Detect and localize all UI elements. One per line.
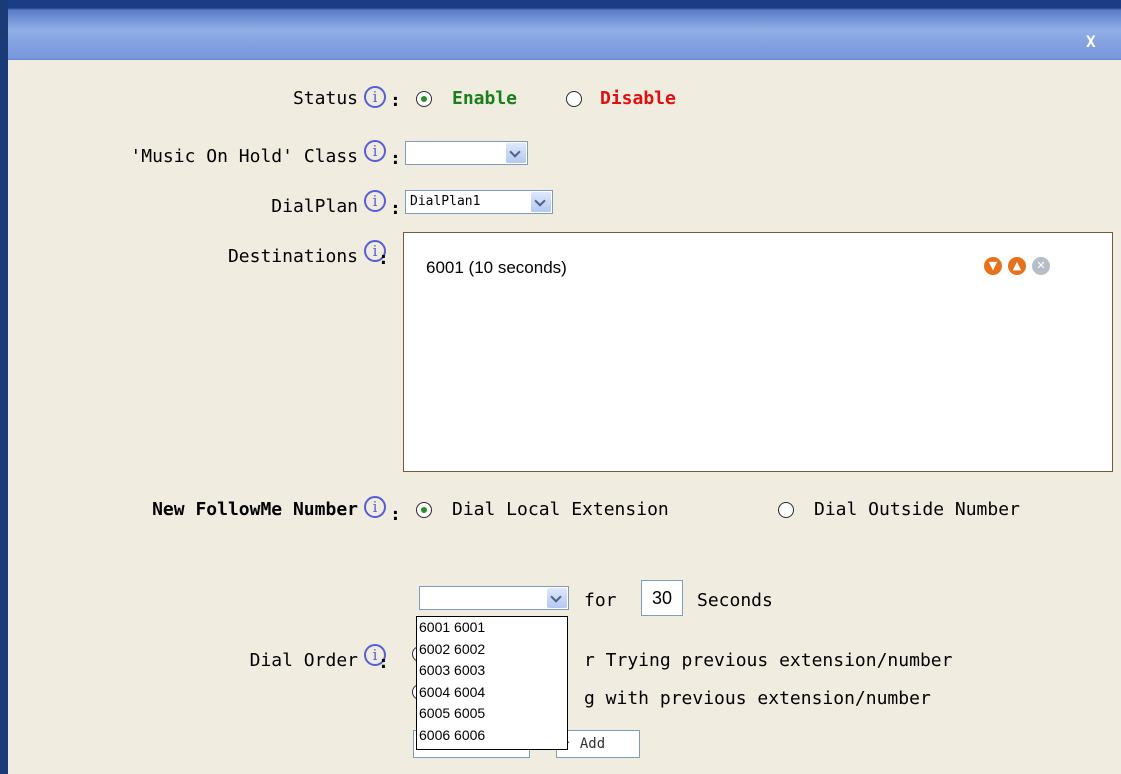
dialplan-select[interactable]: DialPlan1: [405, 190, 553, 214]
extension-option[interactable]: 6003 6003: [417, 660, 567, 682]
dialog-left-border: [0, 0, 8, 774]
chevron-down-icon[interactable]: [547, 588, 567, 608]
dial-local-label[interactable]: Dial Local Extension: [452, 499, 669, 520]
seconds-input[interactable]: 30: [641, 580, 683, 616]
move-up-icon[interactable]: ▲: [1008, 257, 1026, 275]
dial-order-along-label[interactable]: g with previous extension/number: [584, 688, 931, 709]
extension-option[interactable]: 6006 6006: [417, 725, 567, 747]
moh-info-icon[interactable]: i: [364, 140, 386, 162]
moh-colon: :: [390, 148, 401, 169]
dialplan-label: DialPlan: [271, 196, 358, 217]
dialog-titlebar: X: [0, 0, 1121, 60]
dial-outside-label[interactable]: Dial Outside Number: [814, 499, 1020, 520]
for-label: for: [584, 590, 617, 611]
status-label: Status: [292, 88, 358, 109]
close-button[interactable]: X: [1086, 32, 1096, 51]
dialplan-select-value: DialPlan1: [410, 194, 481, 209]
status-colon: :: [390, 90, 401, 111]
destinations-colon: :: [378, 248, 389, 269]
chevron-down-icon[interactable]: [506, 143, 526, 163]
status-disable-label[interactable]: Disable: [600, 88, 676, 109]
seconds-label: Seconds: [697, 590, 773, 611]
delete-icon[interactable]: ✕: [1032, 257, 1050, 275]
dial-order-label: Dial Order: [249, 650, 358, 671]
status-enable-label[interactable]: Enable: [452, 88, 517, 109]
extension-select[interactable]: [419, 586, 569, 610]
add-button[interactable]: ↑ Add: [556, 730, 640, 758]
dialplan-info-icon[interactable]: i: [364, 190, 386, 212]
dialplan-colon: :: [390, 198, 401, 219]
extension-option[interactable]: 6002 6002: [417, 639, 567, 661]
dial-local-radio[interactable]: [416, 502, 432, 518]
add-button-label: Add: [579, 736, 606, 752]
destination-item: 6001 (10 seconds): [426, 258, 567, 277]
destinations-list: 6001 (10 seconds) ▼ ▲ ✕: [403, 232, 1113, 472]
dial-order-after-label[interactable]: r Trying previous extension/number: [584, 650, 952, 671]
extension-option[interactable]: 6005 6005: [417, 703, 567, 725]
new-followme-info-icon[interactable]: i: [364, 496, 386, 518]
status-info-icon[interactable]: i: [364, 86, 386, 108]
followme-dialog: X Status i : Enable Disable 'Music On Ho…: [0, 0, 1121, 774]
extension-dropdown-list[interactable]: 6001 6001 6002 6002 6003 6003 6004 6004 …: [416, 616, 568, 750]
status-disable-radio[interactable]: [566, 91, 582, 107]
moh-select[interactable]: [405, 141, 528, 165]
move-down-icon[interactable]: ▼: [984, 257, 1002, 275]
dial-order-colon: :: [378, 652, 389, 673]
moh-label: 'Music On Hold' Class: [130, 146, 358, 167]
status-enable-radio[interactable]: [416, 91, 432, 107]
new-followme-label: New FollowMe Number: [152, 499, 358, 520]
new-followme-colon: :: [390, 504, 401, 525]
dial-outside-radio[interactable]: [778, 502, 794, 518]
chevron-down-icon[interactable]: [531, 192, 551, 212]
extension-option[interactable]: 6001 6001: [417, 617, 567, 639]
destinations-label: Destinations: [227, 246, 358, 267]
extension-option[interactable]: 6004 6004: [417, 682, 567, 704]
